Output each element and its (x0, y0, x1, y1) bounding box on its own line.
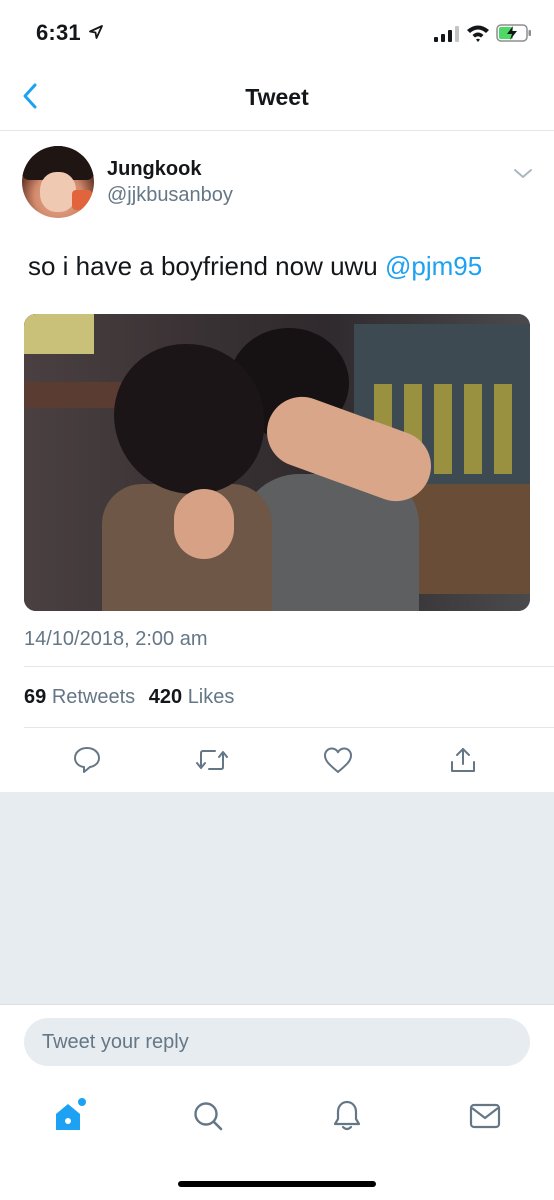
likes-label: Likes (187, 686, 235, 708)
notifications-icon (333, 1100, 361, 1131)
retweet-icon (196, 750, 228, 770)
author-display-name[interactable]: Jungkook (107, 158, 201, 181)
battery-charging-icon (496, 24, 531, 42)
retweets-label: Retweets (51, 686, 136, 708)
retweets-count: 69 (24, 686, 47, 708)
photo-wall-frame (24, 314, 94, 354)
navigation-bar: Tweet (0, 64, 554, 131)
share-icon (451, 748, 475, 772)
avatar-face (40, 172, 76, 212)
retweet-button[interactable] (194, 742, 230, 778)
status-bar: 6:31 (0, 0, 554, 64)
messages-icon (469, 1103, 501, 1129)
tweet-stats: 69 Retweets 420 Likes (24, 686, 242, 709)
wifi-icon (467, 25, 489, 42)
chevron-down-icon[interactable] (510, 162, 536, 184)
tweet-detail-screen: 6:31 Tweet Jungkook @jjkbusanboy so i ha… (0, 0, 554, 1200)
tweet-text-body: so i have a boyfriend now uwu (28, 251, 378, 281)
tab-messages[interactable] (465, 1096, 505, 1136)
tweet-text: so i have a boyfriend now uwu @pjm95 (28, 250, 538, 282)
mention-link[interactable]: @pjm95 (385, 251, 482, 281)
search-icon (194, 1102, 223, 1131)
avatar-accent (72, 190, 92, 210)
home-indicator (178, 1181, 376, 1187)
likes-stat[interactable]: 420 Likes (149, 686, 235, 708)
photo-figure-hand (174, 489, 234, 559)
page-title: Tweet (245, 84, 309, 110)
tab-home[interactable] (49, 1096, 89, 1136)
retweets-stat[interactable]: 69 Retweets (24, 686, 141, 708)
author-handle[interactable]: @jjkbusanboy (107, 184, 233, 207)
home-icon (56, 1098, 86, 1130)
reply-icon (74, 747, 100, 773)
like-icon (324, 747, 352, 773)
reply-button[interactable] (69, 742, 105, 778)
tweet-timestamp: 14/10/2018, 2:00 am (24, 628, 208, 650)
tweet-photo[interactable] (24, 314, 530, 611)
tab-notifications[interactable] (327, 1096, 367, 1136)
share-button[interactable] (445, 742, 481, 778)
empty-replies-area (0, 792, 554, 1004)
tweet-actions (0, 728, 554, 792)
tab-search[interactable] (188, 1096, 228, 1136)
signal-icon (434, 26, 459, 42)
reply-input[interactable] (24, 1018, 530, 1066)
status-time: 6:31 (36, 20, 81, 45)
location-arrow-icon (89, 25, 103, 39)
avatar[interactable] (22, 146, 94, 218)
divider (24, 666, 554, 667)
likes-count: 420 (148, 686, 183, 708)
like-button[interactable] (320, 742, 356, 778)
reply-bar (0, 1004, 554, 1081)
